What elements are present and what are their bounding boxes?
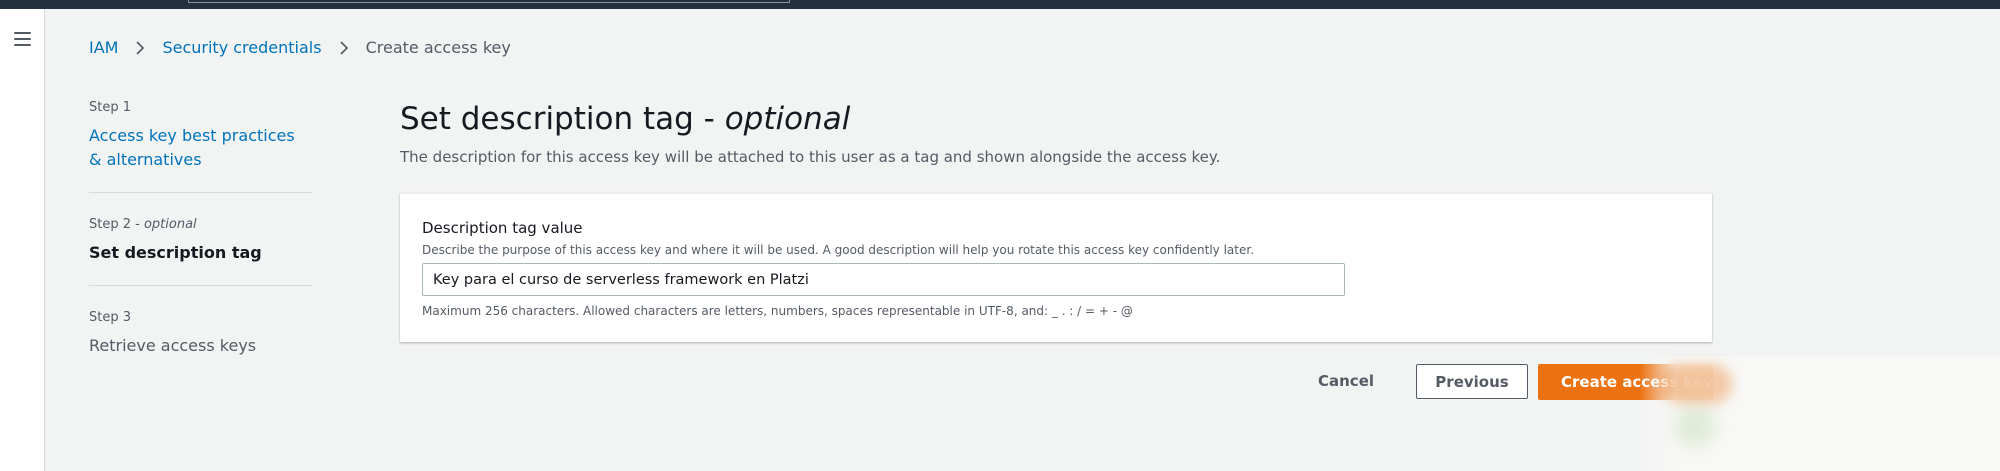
description-tag-help: Describe the purpose of this access key … [422, 243, 1255, 257]
description-tag-card: Description tag value Describe the purpo… [400, 193, 1712, 342]
breadcrumb-current-page: Create access key [365, 38, 511, 57]
hamburger-menu-icon[interactable] [14, 32, 31, 46]
step-2-current: Set description tag [89, 243, 262, 262]
wizard-step-2: Step 2 - optional Set description tag [89, 217, 312, 286]
step-number-label: Step 3 [89, 310, 132, 325]
description-tag-label: Description tag value [422, 219, 583, 237]
global-search-input[interactable] [188, 0, 790, 3]
chevron-right-icon [335, 40, 353, 56]
previous-button[interactable]: Previous [1416, 364, 1528, 399]
wizard-steps: Step 1 Access key best practices & alter… [89, 100, 312, 402]
side-navigation-rail [0, 9, 45, 471]
wizard-step-1: Step 1 Access key best practices & alter… [89, 100, 312, 193]
watermark-blob [1675, 406, 1715, 446]
watermark-overlay [1640, 356, 2000, 471]
breadcrumb: IAM Security credentials Create access k… [89, 38, 511, 57]
breadcrumb-iam-link[interactable]: IAM [89, 38, 118, 57]
top-navigation-bar [0, 0, 2000, 9]
wizard-step-3: Step 3 Retrieve access keys [89, 310, 312, 378]
step-number-label: Step 2 - optional [89, 217, 197, 232]
description-tag-input[interactable] [422, 263, 1345, 296]
description-tag-constraint: Maximum 256 characters. Allowed characte… [422, 304, 1133, 318]
cancel-button[interactable]: Cancel [1318, 372, 1374, 390]
step-1-link[interactable]: Access key best practices & alternatives [89, 124, 312, 172]
step-3-title: Retrieve access keys [89, 336, 257, 355]
page-description: The description for this access key will… [400, 148, 1221, 166]
chevron-right-icon [131, 40, 149, 56]
step-number-label: Step 1 [89, 100, 132, 115]
page-title: Set description tag - optional [400, 101, 851, 137]
watermark-blob [1662, 364, 1732, 404]
breadcrumb-security-credentials-link[interactable]: Security credentials [162, 38, 321, 57]
